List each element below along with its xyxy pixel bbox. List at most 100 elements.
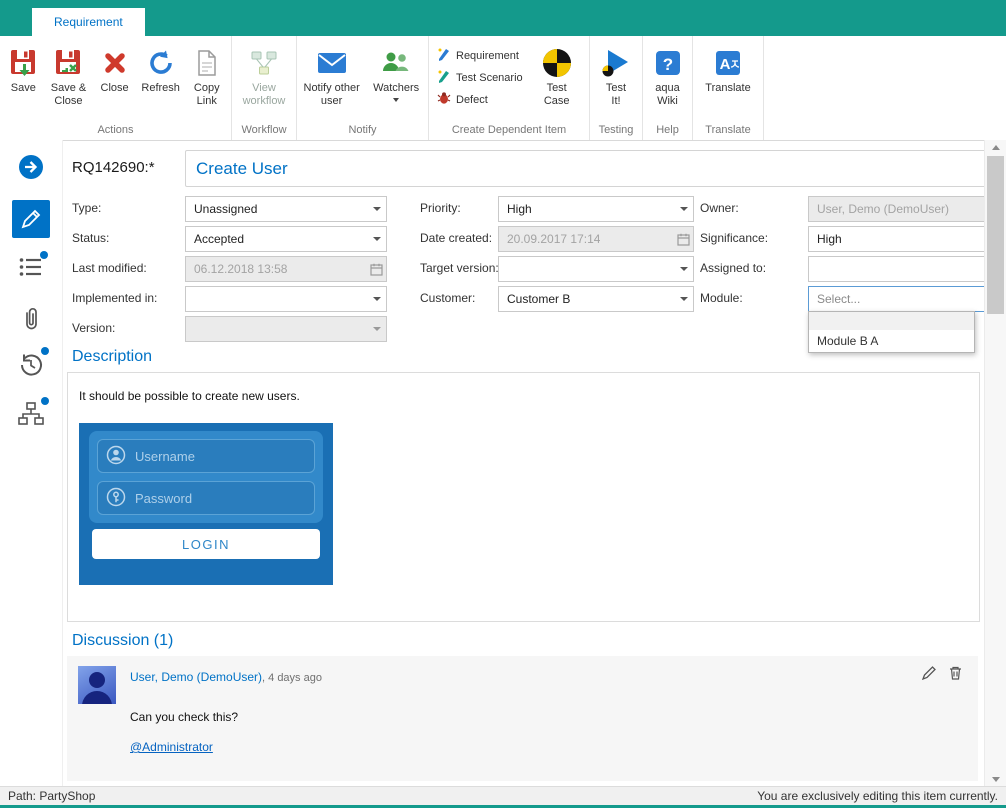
- module-dropdown[interactable]: Select...: [808, 286, 1005, 312]
- ribbon-group-create-dependent-label: Create Dependent Item: [429, 124, 589, 136]
- envelope-icon: [317, 46, 347, 80]
- ribbon-group-help-label: Help: [643, 124, 692, 136]
- status-path: Path: PartyShop: [8, 789, 95, 803]
- test-it-button[interactable]: Test It!: [595, 44, 637, 110]
- login-image-panel: Username Password: [89, 431, 323, 523]
- app-root: Requirement Save Save & Close: [0, 0, 1006, 808]
- login-image-password-field: Password: [97, 481, 315, 515]
- sidebar-item-expand[interactable]: [18, 154, 44, 185]
- significance-dropdown[interactable]: High: [808, 226, 1005, 252]
- assigned-to-dropdown[interactable]: [808, 256, 1005, 282]
- customer-dropdown[interactable]: Customer B: [498, 286, 694, 312]
- watchers-button[interactable]: Watchers: [368, 44, 424, 104]
- save-and-close-button[interactable]: Save & Close: [45, 44, 93, 110]
- ribbon-group-notify-label: Notify: [297, 124, 428, 136]
- create-requirement-button[interactable]: Requirement: [433, 46, 527, 65]
- chevron-down-icon: [368, 228, 385, 250]
- module-option-empty[interactable]: [809, 312, 974, 330]
- chevron-down-icon: [368, 318, 385, 340]
- sidebar-item-history[interactable]: [18, 352, 44, 383]
- sidebar-item-dependencies[interactable]: [18, 402, 44, 431]
- copy-link-button-label: Copy Link: [189, 82, 225, 108]
- refresh-button[interactable]: Refresh: [137, 44, 185, 97]
- notify-other-user-button-label: Notify other user: [303, 82, 360, 108]
- save-button[interactable]: Save: [4, 44, 43, 97]
- status-value: Accepted: [194, 232, 244, 246]
- aqua-wiki-button-label: aqua Wiki: [651, 82, 685, 108]
- arrow-right-circle-icon: [18, 167, 44, 184]
- view-workflow-button-label: View workflow: [238, 82, 290, 108]
- avatar: [78, 666, 116, 704]
- title-text: Create User: [196, 159, 288, 179]
- ribbon-filler: [764, 36, 1006, 140]
- refresh-button-label: Refresh: [141, 82, 180, 95]
- history-icon: [18, 352, 44, 383]
- create-defect-button[interactable]: Defect: [433, 90, 527, 109]
- target-version-dropdown[interactable]: [498, 256, 694, 282]
- notification-dot: [41, 347, 49, 355]
- ribbon-group-translate-label: Translate: [693, 124, 763, 136]
- close-button[interactable]: Close: [94, 44, 134, 97]
- close-button-label: Close: [101, 82, 129, 95]
- create-test-scenario-button[interactable]: Test Scenario: [433, 68, 527, 87]
- scroll-up-button[interactable]: [985, 140, 1006, 154]
- view-workflow-button: View workflow: [236, 44, 292, 110]
- vertical-scrollbar[interactable]: [984, 140, 1006, 786]
- test-scenario-icon: [437, 69, 451, 86]
- defect-icon: [437, 91, 451, 108]
- comment-timestamp: , 4 days ago: [262, 672, 322, 684]
- significance-label: Significance:: [700, 231, 768, 245]
- create-test-case-label: Test Case: [535, 82, 579, 108]
- svg-text:?: ?: [662, 55, 672, 74]
- create-test-scenario-label: Test Scenario: [456, 72, 523, 84]
- target-version-label: Target version:: [420, 261, 499, 275]
- login-image-username-field: Username: [97, 439, 315, 473]
- sidebar: [0, 140, 63, 786]
- sidebar-item-attachments[interactable]: [20, 306, 42, 337]
- copy-link-icon: [195, 46, 219, 80]
- top-tab-bar: Requirement: [0, 0, 1006, 36]
- comment-edit-button[interactable]: [922, 666, 936, 685]
- translate-button[interactable]: A Translate: [697, 44, 759, 97]
- ribbon-group-translate: A Translate Translate: [693, 36, 764, 140]
- description-text: It should be possible to create new user…: [79, 389, 300, 403]
- ribbon: Save Save & Close Close: [0, 36, 1006, 141]
- tab-requirement-label: Requirement: [54, 15, 123, 29]
- type-dropdown[interactable]: Unassigned: [185, 196, 387, 222]
- comment-actions: [922, 666, 962, 685]
- title-input[interactable]: Create User: [185, 150, 995, 187]
- person-icon: [106, 445, 126, 468]
- comment-author-link[interactable]: User, Demo (DemoUser), 4 days ago: [130, 670, 322, 684]
- tab-requirement[interactable]: Requirement: [32, 8, 145, 36]
- aqua-wiki-button[interactable]: ? aqua Wiki: [647, 44, 688, 110]
- type-label: Type:: [72, 201, 101, 215]
- copy-link-button[interactable]: Copy Link: [187, 44, 227, 110]
- save-icon: [8, 46, 38, 80]
- save-and-close-button-label: Save & Close: [47, 82, 91, 108]
- comment-mention-link[interactable]: @Administrator: [130, 740, 213, 754]
- scroll-down-button[interactable]: [985, 772, 1006, 786]
- create-test-case-button[interactable]: Test Case: [533, 44, 581, 110]
- sidebar-item-details[interactable]: [19, 256, 43, 283]
- ribbon-group-notify: Notify other user Watchers Notify: [297, 36, 429, 140]
- item-id: RQ142690:*: [72, 150, 155, 185]
- scrollbar-thumb[interactable]: [987, 156, 1004, 314]
- implemented-in-label: Implemented in:: [72, 291, 157, 305]
- assigned-to-label: Assigned to:: [700, 261, 766, 275]
- module-option[interactable]: Module B A: [809, 330, 974, 352]
- status-dropdown[interactable]: Accepted: [185, 226, 387, 252]
- description-section-title: Description: [72, 348, 152, 366]
- priority-dropdown[interactable]: High: [498, 196, 694, 222]
- workflow-icon: [249, 46, 279, 80]
- implemented-in-dropdown[interactable]: [185, 286, 387, 312]
- notify-other-user-button[interactable]: Notify other user: [301, 44, 362, 110]
- discussion-section-title: Discussion (1): [72, 632, 173, 650]
- sidebar-item-edit[interactable]: [12, 200, 50, 238]
- description-editor[interactable]: It should be possible to create new user…: [67, 372, 980, 622]
- comment-author-name: User, Demo (DemoUser): [130, 670, 262, 684]
- comment-delete-button[interactable]: [949, 666, 962, 685]
- ribbon-group-testing-label: Testing: [590, 124, 642, 136]
- priority-label: Priority:: [420, 201, 461, 215]
- owner-label: Owner:: [700, 201, 739, 215]
- hierarchy-icon: [18, 402, 44, 431]
